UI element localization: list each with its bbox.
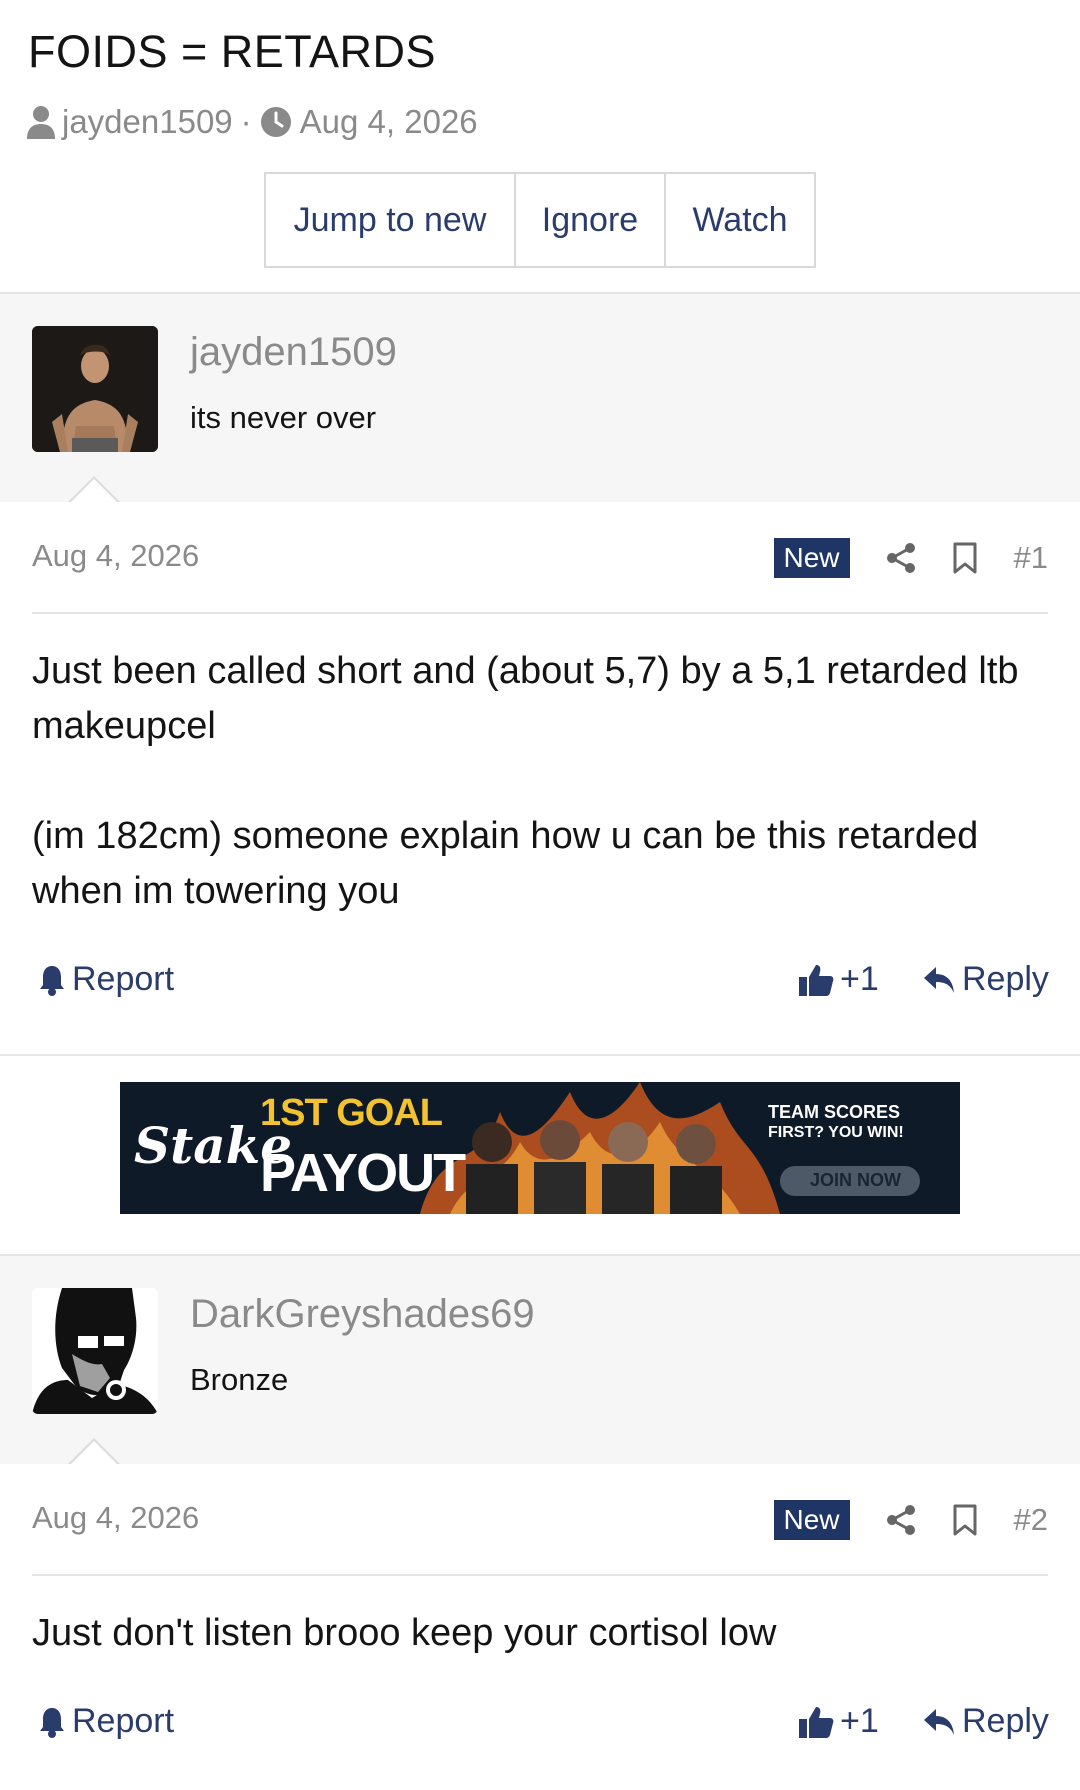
reply-icon [922, 965, 962, 995]
divider [32, 612, 1048, 614]
new-badge: New [773, 1500, 850, 1540]
avatar[interactable] [32, 1288, 158, 1414]
post-username[interactable]: DarkGreyshades69 [190, 1292, 535, 1337]
reply-button[interactable]: Reply [922, 960, 1049, 999]
thread-title: FOIDS = RETARDS [28, 26, 436, 77]
divider [32, 1574, 1048, 1576]
post-user-block: DarkGreyshades69 Bronze [0, 1254, 1080, 1467]
bell-icon [38, 964, 72, 996]
watch-button[interactable]: Watch [664, 174, 814, 266]
share-icon[interactable] [886, 542, 916, 574]
like-count: +1 [840, 1702, 879, 1740]
post-body: Aug 4, 2026 New #1 Just been called shor… [0, 502, 1080, 1054]
post-number-link[interactable]: #1 [1014, 540, 1048, 576]
post-arrow [66, 476, 122, 505]
share-icon[interactable] [886, 1504, 916, 1536]
post-username[interactable]: jayden1509 [190, 330, 397, 375]
ignore-button[interactable]: Ignore [514, 174, 664, 266]
reply-button[interactable]: Reply [922, 1702, 1049, 1741]
report-label: Report [72, 960, 175, 998]
post-message: Just don't listen brooo keep your cortis… [32, 1606, 1052, 1661]
report-button[interactable]: Report [38, 1702, 174, 1741]
message-paragraph: Just don't listen brooo keep your cortis… [32, 1612, 777, 1654]
post-date[interactable]: Aug 4, 2026 [32, 1500, 199, 1536]
report-button[interactable]: Report [38, 960, 174, 999]
post-actions: Report +1 Reply [0, 1702, 1080, 1752]
thumbs-up-icon [798, 1705, 840, 1739]
report-label: Report [72, 1702, 175, 1740]
thumbs-up-icon [798, 963, 840, 997]
thread-header: FOIDS = RETARDS jayden1509 · Aug 4, 2026… [0, 0, 1080, 292]
like-button[interactable]: +1 [798, 960, 879, 999]
jump-to-new-button[interactable]: Jump to new [266, 174, 514, 266]
post-actions: Report +1 Reply [0, 960, 1080, 1010]
ad-tagline-2: FIRST? YOU WIN! [768, 1124, 904, 1141]
avatar[interactable] [32, 326, 158, 452]
like-button[interactable]: +1 [798, 1702, 879, 1741]
ad-cta[interactable]: JOIN NOW [810, 1170, 901, 1191]
thread-meta: jayden1509 · Aug 4, 2026 [26, 100, 478, 144]
thread-action-buttons: Jump to new Ignore Watch [264, 172, 816, 268]
ad-headline-2: PAYOUT [260, 1143, 466, 1203]
reply-icon [922, 1707, 962, 1737]
post-user-title: Bronze [190, 1362, 289, 1397]
post-arrow [66, 1438, 122, 1467]
message-paragraph: Just been called short and (about 5,7) b… [32, 650, 1019, 747]
user-icon [26, 105, 56, 139]
ad-strip: Stake 1ST GOAL PAYOUT TEAM SCORES FIRST?… [0, 1054, 1080, 1258]
meta-separator: · [240, 103, 252, 140]
ad-tagline-1: TEAM SCORES [768, 1102, 901, 1122]
like-count: +1 [840, 960, 879, 998]
reply-label: Reply [962, 1702, 1049, 1740]
new-badge: New [773, 538, 850, 578]
post-number-link[interactable]: #2 [1014, 1502, 1048, 1538]
clock-icon [260, 106, 292, 138]
post-date[interactable]: Aug 4, 2026 [32, 538, 199, 574]
post-tools: New #2 [773, 1500, 1048, 1540]
bookmark-icon[interactable] [952, 542, 978, 574]
ad-headline-1: 1ST GOAL [260, 1092, 443, 1134]
post-body: Aug 4, 2026 New #2 Just don't listen bro… [0, 1464, 1080, 1790]
bookmark-icon[interactable] [952, 1504, 978, 1536]
post-message: Just been called short and (about 5,7) b… [32, 644, 1052, 919]
thread-date[interactable]: Aug 4, 2026 [300, 103, 478, 141]
ad-banner[interactable]: Stake 1ST GOAL PAYOUT TEAM SCORES FIRST?… [120, 1082, 960, 1214]
post-user-title: its never over [190, 400, 377, 435]
reply-label: Reply [962, 960, 1049, 998]
message-paragraph: (im 182cm) someone explain how u can be … [32, 815, 979, 912]
bell-icon [38, 1706, 72, 1738]
thread-author-link[interactable]: jayden1509 [62, 103, 233, 141]
post-user-block: jayden1509 its never over [0, 292, 1080, 505]
post-tools: New #1 [773, 538, 1048, 578]
